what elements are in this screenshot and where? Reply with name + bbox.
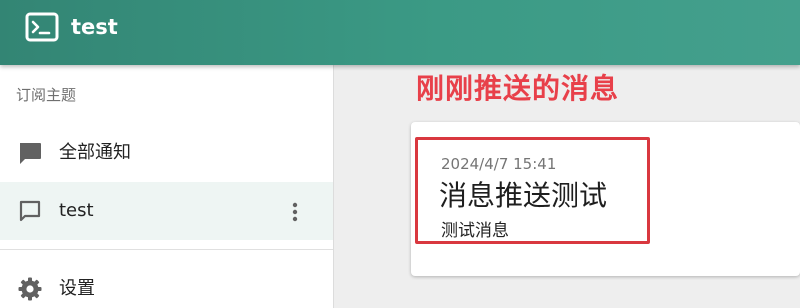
gear-icon	[18, 277, 42, 301]
sidebar-item-label: test	[59, 200, 94, 221]
app-title: test	[71, 15, 118, 39]
more-vert-icon[interactable]	[282, 199, 308, 225]
sidebar-item-test[interactable]: test	[0, 182, 333, 240]
sidebar-item-all-notifications[interactable]: 全部通知	[0, 124, 333, 182]
sidebar-item-label: 设置	[59, 278, 95, 299]
terminal-icon	[25, 12, 59, 42]
annotation-label: 刚刚推送的消息	[416, 72, 620, 105]
sidebar-item-label: 全部通知	[59, 142, 131, 163]
chat-bubble-outline-icon	[19, 200, 41, 222]
sidebar: 订阅主题 全部通知 test 设置	[0, 65, 334, 308]
highlight-box	[415, 137, 650, 244]
sidebar-section-label: 订阅主题	[16, 86, 77, 104]
sidebar-divider	[0, 249, 333, 250]
chat-bubble-filled-icon	[20, 143, 41, 164]
sidebar-item-settings[interactable]: 设置	[0, 260, 333, 308]
app-bar: test	[0, 0, 800, 65]
